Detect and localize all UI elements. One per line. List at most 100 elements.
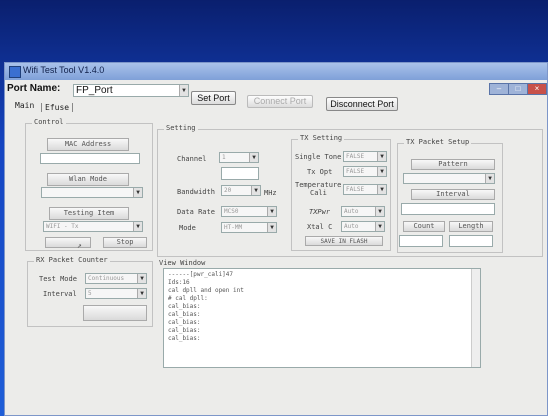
tx-packet-setup-title: TX Packet Setup bbox=[404, 138, 472, 146]
length-field[interactable] bbox=[449, 235, 493, 247]
test-mode-select[interactable]: Continuous ▼ bbox=[85, 273, 147, 284]
tab-main[interactable]: Main bbox=[15, 101, 34, 110]
connect-port-button[interactable]: Connect Port bbox=[247, 95, 313, 108]
single-tone-value: FALSE bbox=[346, 153, 365, 160]
rx-packet-counter-title: RX Packet Counter bbox=[34, 256, 110, 264]
chevron-down-icon: ▼ bbox=[133, 188, 142, 197]
mouse-cursor-icon: ↗ bbox=[77, 241, 82, 250]
packet-interval-field[interactable] bbox=[401, 203, 495, 215]
tx-opt-value: FALSE bbox=[346, 168, 365, 175]
bandwidth-value: 20 bbox=[224, 187, 232, 194]
mac-address-button[interactable]: MAC Address bbox=[47, 138, 129, 151]
port-name-label: Port Name: bbox=[7, 83, 61, 94]
pattern-button[interactable]: Pattern bbox=[411, 159, 495, 170]
stop-button[interactable]: Stop bbox=[103, 237, 147, 248]
chevron-down-icon: ▼ bbox=[133, 222, 142, 231]
chevron-down-icon: ▼ bbox=[249, 153, 258, 162]
data-rate-value: MCS0 bbox=[224, 208, 239, 215]
testing-item-select[interactable]: WIFI - Tx ▼ bbox=[43, 221, 143, 232]
disconnect-port-button[interactable]: Disconnect Port bbox=[326, 97, 398, 111]
chevron-down-icon: ▼ bbox=[377, 167, 386, 176]
wlan-mode-button[interactable]: Wlan Mode bbox=[47, 173, 129, 186]
mode-label: Mode bbox=[179, 224, 196, 232]
close-icon[interactable]: × bbox=[527, 83, 547, 95]
channel-value: 1 bbox=[222, 154, 226, 161]
log-line: # cal dpll: bbox=[168, 295, 208, 302]
port-select-value: FP_Port bbox=[76, 85, 113, 96]
tab-efuse[interactable]: Efuse bbox=[41, 103, 74, 112]
app-window: Wifi Test Tool V1.4.0 – □ × Port Name: F… bbox=[4, 62, 548, 416]
log-lines: ------[pwr_cali]47 Ids:16 cal dpll and o… bbox=[168, 271, 244, 343]
bandwidth-select[interactable]: 20 ▼ bbox=[221, 185, 261, 196]
chevron-down-icon: ▼ bbox=[251, 186, 260, 195]
app-icon bbox=[9, 66, 21, 78]
chevron-down-icon: ▼ bbox=[137, 289, 146, 298]
single-tone-select[interactable]: FALSE ▼ bbox=[343, 151, 387, 162]
log-line: cal_bias: bbox=[168, 335, 201, 342]
temperature-cali-value: FALSE bbox=[346, 186, 365, 193]
rx-start-button[interactable] bbox=[83, 305, 147, 321]
mode-select[interactable]: HT-MM ▼ bbox=[221, 222, 277, 233]
log-line: cal_bias: bbox=[168, 311, 201, 318]
start-button[interactable] bbox=[45, 237, 91, 248]
channel-select[interactable]: 1 ▼ bbox=[219, 152, 259, 163]
single-tone-label: Single Tone bbox=[295, 153, 342, 161]
pattern-select[interactable]: ▼ bbox=[403, 173, 495, 184]
mac-address-field[interactable] bbox=[40, 153, 140, 164]
chevron-down-icon: ▼ bbox=[377, 152, 386, 161]
log-line: Ids:16 bbox=[168, 279, 190, 286]
maximize-icon[interactable]: □ bbox=[508, 83, 528, 95]
log-line: cal dpll and open int bbox=[168, 287, 244, 294]
wlan-mode-select[interactable]: ▼ bbox=[41, 187, 143, 198]
window-title: Wifi Test Tool V1.4.0 bbox=[23, 65, 105, 75]
control-group-title: Control bbox=[32, 118, 66, 126]
chevron-down-icon: ▼ bbox=[485, 174, 494, 183]
temperature-label: Temperature bbox=[295, 181, 342, 189]
tx-opt-label: Tx Opt bbox=[307, 168, 333, 176]
view-window-title: View Window bbox=[159, 259, 206, 267]
log-line: cal_bias: bbox=[168, 303, 201, 310]
data-rate-label: Data Rate bbox=[177, 208, 215, 216]
minimize-icon[interactable]: – bbox=[489, 83, 509, 95]
txpwr-value: Auto bbox=[344, 208, 359, 215]
xtal-value: Auto bbox=[344, 223, 359, 230]
interval-button[interactable]: Interval bbox=[411, 189, 495, 200]
test-mode-label: Test Mode bbox=[39, 275, 77, 283]
interval-value: 5 bbox=[88, 290, 92, 297]
title-bar: Wifi Test Tool V1.4.0 bbox=[5, 63, 547, 80]
tx-opt-select[interactable]: FALSE ▼ bbox=[343, 166, 387, 177]
cali-label: Cali bbox=[310, 189, 327, 197]
mode-value: HT-MM bbox=[224, 224, 243, 231]
xtal-label: Xtal C bbox=[307, 223, 333, 231]
bandwidth-unit: MHz bbox=[264, 189, 277, 197]
txpwr-select[interactable]: Auto ▼ bbox=[341, 206, 385, 217]
save-in-flash-button[interactable]: SAVE IN FLASH bbox=[305, 236, 383, 246]
chevron-down-icon: ▼ bbox=[267, 207, 276, 216]
chevron-down-icon: ▼ bbox=[267, 223, 276, 232]
count-button[interactable]: Count bbox=[403, 221, 445, 232]
log-line: ------[pwr_cali]47 bbox=[168, 271, 234, 278]
data-rate-select[interactable]: MCS0 ▼ bbox=[221, 206, 277, 217]
xtal-select[interactable]: Auto ▼ bbox=[341, 221, 385, 232]
tx-setting-title: TX Setting bbox=[298, 134, 345, 142]
length-button[interactable]: Length bbox=[449, 221, 493, 232]
temperature-cali-select[interactable]: FALSE ▼ bbox=[343, 184, 387, 195]
count-field[interactable] bbox=[399, 235, 443, 247]
port-select[interactable]: FP_Port ▼ bbox=[73, 84, 189, 97]
interval-label: Interval bbox=[43, 290, 77, 298]
set-port-button[interactable]: Set Port bbox=[191, 91, 236, 105]
log-line: cal_bias: bbox=[168, 327, 201, 334]
txpwr-label: TXPwr bbox=[309, 208, 331, 216]
view-window-scrollbar[interactable] bbox=[471, 269, 480, 367]
chevron-down-icon: ▼ bbox=[375, 207, 384, 216]
view-window-textarea[interactable]: ------[pwr_cali]47 Ids:16 cal dpll and o… bbox=[163, 268, 481, 368]
interval-select[interactable]: 5 ▼ bbox=[85, 288, 147, 299]
channel-freq-field[interactable] bbox=[221, 167, 259, 180]
chevron-down-icon: ▼ bbox=[377, 185, 386, 194]
testing-item-value: WIFI - Tx bbox=[46, 223, 79, 230]
test-mode-value: Continuous bbox=[88, 275, 125, 282]
chevron-down-icon: ▼ bbox=[179, 85, 188, 96]
setting-group-title: Setting bbox=[164, 124, 198, 132]
channel-label: Channel bbox=[177, 155, 207, 163]
testing-item-button[interactable]: Testing Item bbox=[49, 207, 129, 220]
